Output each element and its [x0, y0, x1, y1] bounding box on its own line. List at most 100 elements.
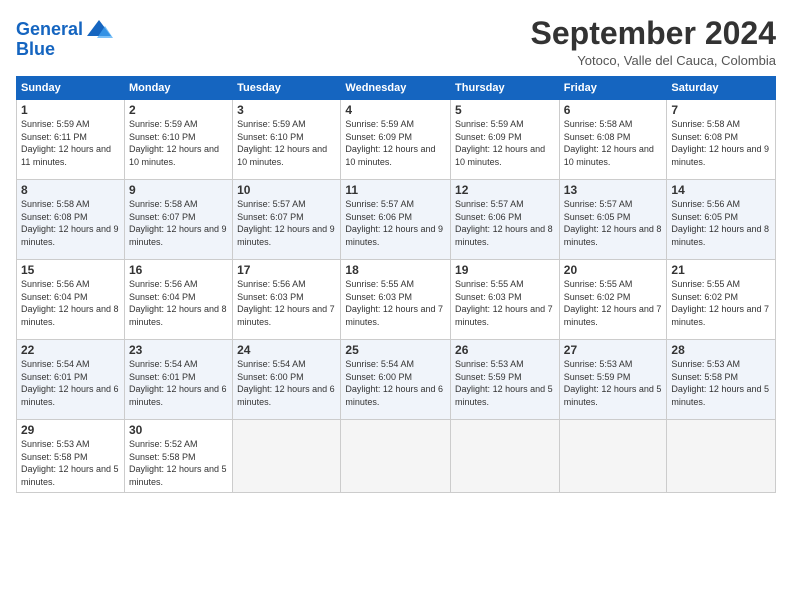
calendar-cell: 27 Sunrise: 5:53 AM Sunset: 5:59 PM Dayl… — [559, 340, 667, 420]
day-number: 26 — [455, 343, 555, 357]
day-number: 7 — [671, 103, 771, 117]
day-number: 19 — [455, 263, 555, 277]
day-number: 20 — [564, 263, 663, 277]
day-number: 21 — [671, 263, 771, 277]
weekday-monday: Monday — [124, 77, 232, 100]
calendar-cell: 17 Sunrise: 5:56 AM Sunset: 6:03 PM Dayl… — [233, 260, 341, 340]
logo-text-blue: Blue — [16, 40, 55, 60]
weekday-thursday: Thursday — [451, 77, 560, 100]
weekday-sunday: Sunday — [17, 77, 125, 100]
day-number: 15 — [21, 263, 120, 277]
day-info: Sunrise: 5:53 AM Sunset: 5:58 PM Dayligh… — [21, 438, 120, 488]
location: Yotoco, Valle del Cauca, Colombia — [531, 53, 776, 68]
day-info: Sunrise: 5:58 AM Sunset: 6:07 PM Dayligh… — [129, 198, 228, 248]
day-info: Sunrise: 5:58 AM Sunset: 6:08 PM Dayligh… — [21, 198, 120, 248]
calendar-cell: 12 Sunrise: 5:57 AM Sunset: 6:06 PM Dayl… — [451, 180, 560, 260]
day-number: 16 — [129, 263, 228, 277]
day-number: 4 — [345, 103, 446, 117]
day-number: 23 — [129, 343, 228, 357]
calendar-cell: 29 Sunrise: 5:53 AM Sunset: 5:58 PM Dayl… — [17, 420, 125, 492]
weekday-saturday: Saturday — [667, 77, 776, 100]
calendar-cell: 10 Sunrise: 5:57 AM Sunset: 6:07 PM Dayl… — [233, 180, 341, 260]
day-number: 11 — [345, 183, 446, 197]
day-number: 10 — [237, 183, 336, 197]
calendar-week-row: 29 Sunrise: 5:53 AM Sunset: 5:58 PM Dayl… — [17, 420, 776, 492]
day-info: Sunrise: 5:53 AM Sunset: 5:59 PM Dayligh… — [455, 358, 555, 408]
day-number: 12 — [455, 183, 555, 197]
day-number: 1 — [21, 103, 120, 117]
day-info: Sunrise: 5:59 AM Sunset: 6:11 PM Dayligh… — [21, 118, 120, 168]
day-number: 3 — [237, 103, 336, 117]
day-info: Sunrise: 5:54 AM Sunset: 6:00 PM Dayligh… — [345, 358, 446, 408]
logo-icon — [85, 16, 113, 44]
calendar-cell: 23 Sunrise: 5:54 AM Sunset: 6:01 PM Dayl… — [124, 340, 232, 420]
calendar-week-row: 1 Sunrise: 5:59 AM Sunset: 6:11 PM Dayli… — [17, 100, 776, 180]
day-info: Sunrise: 5:56 AM Sunset: 6:03 PM Dayligh… — [237, 278, 336, 328]
day-info: Sunrise: 5:54 AM Sunset: 6:01 PM Dayligh… — [129, 358, 228, 408]
day-info: Sunrise: 5:55 AM Sunset: 6:03 PM Dayligh… — [345, 278, 446, 328]
calendar-table: SundayMondayTuesdayWednesdayThursdayFrid… — [16, 76, 776, 492]
day-number: 27 — [564, 343, 663, 357]
calendar-cell: 30 Sunrise: 5:52 AM Sunset: 5:58 PM Dayl… — [124, 420, 232, 492]
day-info: Sunrise: 5:56 AM Sunset: 6:04 PM Dayligh… — [21, 278, 120, 328]
day-info: Sunrise: 5:57 AM Sunset: 6:06 PM Dayligh… — [455, 198, 555, 248]
day-number: 14 — [671, 183, 771, 197]
calendar-cell: 20 Sunrise: 5:55 AM Sunset: 6:02 PM Dayl… — [559, 260, 667, 340]
calendar-cell: 5 Sunrise: 5:59 AM Sunset: 6:09 PM Dayli… — [451, 100, 560, 180]
day-info: Sunrise: 5:53 AM Sunset: 5:58 PM Dayligh… — [671, 358, 771, 408]
weekday-friday: Friday — [559, 77, 667, 100]
month-title: September 2024 — [531, 16, 776, 51]
day-number: 8 — [21, 183, 120, 197]
day-info: Sunrise: 5:59 AM Sunset: 6:10 PM Dayligh… — [237, 118, 336, 168]
day-number: 17 — [237, 263, 336, 277]
day-number: 13 — [564, 183, 663, 197]
calendar-cell: 7 Sunrise: 5:58 AM Sunset: 6:08 PM Dayli… — [667, 100, 776, 180]
calendar-cell: 8 Sunrise: 5:58 AM Sunset: 6:08 PM Dayli… — [17, 180, 125, 260]
calendar-cell: 9 Sunrise: 5:58 AM Sunset: 6:07 PM Dayli… — [124, 180, 232, 260]
day-info: Sunrise: 5:57 AM Sunset: 6:05 PM Dayligh… — [564, 198, 663, 248]
calendar-cell — [233, 420, 341, 492]
day-info: Sunrise: 5:55 AM Sunset: 6:03 PM Dayligh… — [455, 278, 555, 328]
day-number: 5 — [455, 103, 555, 117]
day-info: Sunrise: 5:56 AM Sunset: 6:04 PM Dayligh… — [129, 278, 228, 328]
calendar-cell — [559, 420, 667, 492]
calendar-cell: 26 Sunrise: 5:53 AM Sunset: 5:59 PM Dayl… — [451, 340, 560, 420]
calendar-cell: 24 Sunrise: 5:54 AM Sunset: 6:00 PM Dayl… — [233, 340, 341, 420]
day-info: Sunrise: 5:55 AM Sunset: 6:02 PM Dayligh… — [564, 278, 663, 328]
weekday-wednesday: Wednesday — [341, 77, 451, 100]
day-number: 24 — [237, 343, 336, 357]
calendar-cell: 11 Sunrise: 5:57 AM Sunset: 6:06 PM Dayl… — [341, 180, 451, 260]
day-info: Sunrise: 5:58 AM Sunset: 6:08 PM Dayligh… — [671, 118, 771, 168]
day-number: 22 — [21, 343, 120, 357]
calendar-cell — [451, 420, 560, 492]
day-number: 2 — [129, 103, 228, 117]
calendar-week-row: 15 Sunrise: 5:56 AM Sunset: 6:04 PM Dayl… — [17, 260, 776, 340]
day-info: Sunrise: 5:55 AM Sunset: 6:02 PM Dayligh… — [671, 278, 771, 328]
day-info: Sunrise: 5:59 AM Sunset: 6:10 PM Dayligh… — [129, 118, 228, 168]
day-info: Sunrise: 5:57 AM Sunset: 6:07 PM Dayligh… — [237, 198, 336, 248]
weekday-header-row: SundayMondayTuesdayWednesdayThursdayFrid… — [17, 77, 776, 100]
day-info: Sunrise: 5:56 AM Sunset: 6:05 PM Dayligh… — [671, 198, 771, 248]
day-number: 18 — [345, 263, 446, 277]
calendar-cell — [667, 420, 776, 492]
calendar-cell: 28 Sunrise: 5:53 AM Sunset: 5:58 PM Dayl… — [667, 340, 776, 420]
calendar-cell: 4 Sunrise: 5:59 AM Sunset: 6:09 PM Dayli… — [341, 100, 451, 180]
logo: General Blue — [16, 16, 113, 60]
day-info: Sunrise: 5:53 AM Sunset: 5:59 PM Dayligh… — [564, 358, 663, 408]
calendar-cell: 2 Sunrise: 5:59 AM Sunset: 6:10 PM Dayli… — [124, 100, 232, 180]
calendar-cell: 21 Sunrise: 5:55 AM Sunset: 6:02 PM Dayl… — [667, 260, 776, 340]
calendar-week-row: 22 Sunrise: 5:54 AM Sunset: 6:01 PM Dayl… — [17, 340, 776, 420]
page: General Blue September 2024 Yotoco, Vall… — [0, 0, 792, 612]
calendar-cell: 14 Sunrise: 5:56 AM Sunset: 6:05 PM Dayl… — [667, 180, 776, 260]
calendar-cell: 18 Sunrise: 5:55 AM Sunset: 6:03 PM Dayl… — [341, 260, 451, 340]
day-number: 28 — [671, 343, 771, 357]
calendar-cell: 15 Sunrise: 5:56 AM Sunset: 6:04 PM Dayl… — [17, 260, 125, 340]
day-info: Sunrise: 5:57 AM Sunset: 6:06 PM Dayligh… — [345, 198, 446, 248]
day-number: 30 — [129, 423, 228, 437]
day-info: Sunrise: 5:52 AM Sunset: 5:58 PM Dayligh… — [129, 438, 228, 488]
calendar-cell: 22 Sunrise: 5:54 AM Sunset: 6:01 PM Dayl… — [17, 340, 125, 420]
calendar-cell: 6 Sunrise: 5:58 AM Sunset: 6:08 PM Dayli… — [559, 100, 667, 180]
header: General Blue September 2024 Yotoco, Vall… — [16, 16, 776, 68]
weekday-tuesday: Tuesday — [233, 77, 341, 100]
logo-text-general: General — [16, 20, 83, 40]
